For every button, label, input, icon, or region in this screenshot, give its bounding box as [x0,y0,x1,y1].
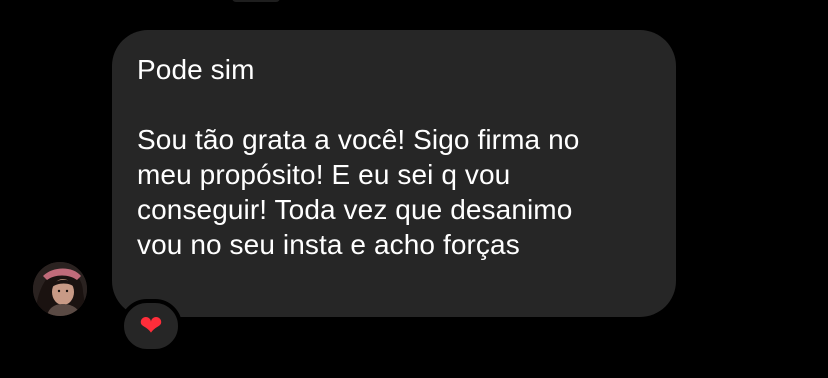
message-line: Pode sim [137,54,255,85]
heart-icon: ❤ [139,309,163,342]
sender-avatar[interactable] [33,262,87,316]
previous-message-edge [232,0,280,2]
reaction-badge[interactable]: ❤ [120,299,182,353]
message-line: meu propósito! E eu sei q vou [137,159,511,190]
message-line: conseguir! Toda vez que desanimo [137,194,573,225]
avatar-photo [33,262,87,316]
message-bubble[interactable]: Pode sim Sou tão grata a você! Sigo firm… [112,30,676,317]
message-line: vou no seu insta e acho forças [137,229,520,260]
message-line: Sou tão grata a você! Sigo firma no [137,124,580,155]
